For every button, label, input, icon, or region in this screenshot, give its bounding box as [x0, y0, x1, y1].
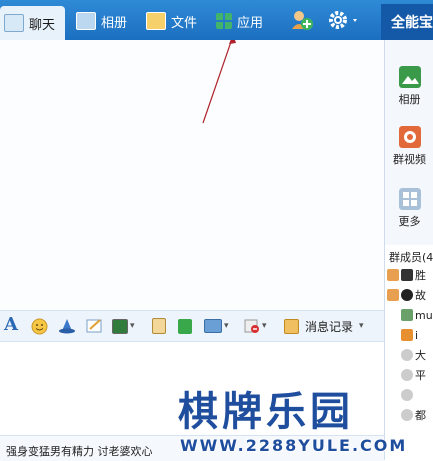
- folder-icon: [146, 12, 166, 30]
- history-label: 消息记录: [305, 319, 354, 334]
- tab-chat[interactable]: 聊天: [0, 6, 66, 40]
- smiley-icon[interactable]: [31, 318, 48, 334]
- more-icon: [398, 188, 421, 210]
- sidebar-item-video[interactable]: 群视频: [385, 126, 433, 167]
- magic-hat-icon[interactable]: [58, 318, 76, 334]
- album-icon: [398, 66, 421, 88]
- album-icon: [76, 12, 96, 30]
- history-icon: [284, 318, 299, 334]
- tab-album-label: 相册: [101, 15, 128, 31]
- sidebar-video-label: 群视频: [393, 153, 426, 166]
- member-name: 平: [415, 369, 426, 382]
- avatar: [401, 309, 413, 321]
- avatar: [387, 269, 399, 281]
- tab-files-label: 文件: [171, 15, 198, 31]
- ad-text[interactable]: 强身变猛男有精力 讨老婆欢心: [6, 443, 153, 459]
- screenshot-icon[interactable]: ▾: [204, 318, 229, 334]
- input-toolbar: A ▾ ▾ ▾ 消息记录 ▾: [0, 311, 384, 342]
- member-item[interactable]: 平: [401, 366, 426, 384]
- add-member-icon[interactable]: [290, 9, 314, 34]
- image-icon[interactable]: ▾: [112, 318, 135, 334]
- member-item[interactable]: 大: [401, 346, 426, 364]
- tab-chat-label: 聊天: [29, 17, 56, 33]
- apps-icon: [216, 13, 232, 29]
- right-sidebar: 相册 群视频 更多: [384, 40, 433, 245]
- money-icon[interactable]: [178, 318, 192, 334]
- annotation-arrow: [202, 40, 236, 124]
- member-name: 故: [415, 289, 426, 302]
- member-name: 胜: [415, 269, 426, 282]
- member-item[interactable]: mu: [401, 306, 433, 324]
- chat-message-area[interactable]: [0, 40, 384, 311]
- member-item[interactable]: i: [401, 326, 418, 344]
- chat-icon: [4, 14, 24, 32]
- tab-album[interactable]: 相册: [76, 6, 127, 36]
- member-name: i: [415, 328, 419, 342]
- sidebar-item-album[interactable]: 相册: [385, 66, 433, 107]
- members-header: 群成员(4: [389, 251, 433, 264]
- font-icon[interactable]: A: [4, 314, 18, 335]
- video-icon: [398, 126, 421, 148]
- tab-files[interactable]: 文件: [146, 6, 197, 36]
- settings-gear-icon[interactable]: [327, 9, 361, 34]
- block-icon[interactable]: ▾: [244, 318, 267, 334]
- scribble-icon[interactable]: [86, 318, 104, 334]
- member-name: mu: [415, 308, 433, 322]
- brand-label: 全能宝: [381, 4, 433, 40]
- avatar: [401, 329, 413, 341]
- avatar: [387, 289, 399, 301]
- tab-apps[interactable]: 应用: [216, 6, 263, 36]
- sidebar-album-label: 相册: [398, 93, 421, 106]
- history-button[interactable]: 消息记录 ▾: [284, 318, 364, 334]
- avatar: [401, 269, 413, 281]
- member-name: 大: [415, 349, 426, 362]
- top-tab-bar: 聊天 相册 文件 应用 全能宝: [0, 0, 433, 40]
- sidebar-more-label: 更多: [398, 215, 421, 228]
- avatar: [401, 349, 413, 361]
- penguin-icon: [401, 289, 413, 301]
- tab-apps-label: 应用: [237, 15, 264, 31]
- member-item[interactable]: 胜: [387, 266, 426, 284]
- site-watermark: 棋牌乐园 WWW.2288YULE.COM: [178, 390, 433, 460]
- avatar: [401, 369, 413, 381]
- watermark-title: 棋牌乐园: [178, 388, 354, 435]
- watermark-url: WWW.2288YULE.COM: [180, 436, 408, 455]
- note-icon[interactable]: [152, 318, 166, 334]
- member-item[interactable]: 故: [387, 286, 426, 304]
- sidebar-item-more[interactable]: 更多: [385, 188, 433, 229]
